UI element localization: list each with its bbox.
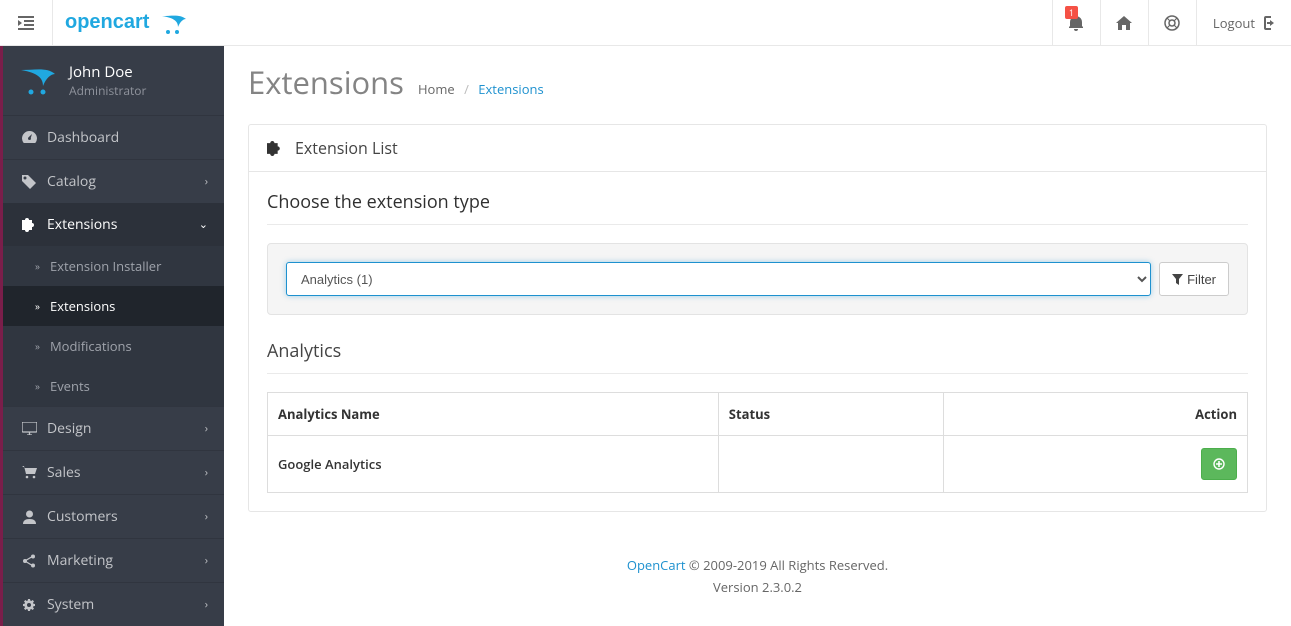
breadcrumb-extensions[interactable]: Extensions [478, 80, 543, 98]
brand-logo[interactable]: opencart [53, 0, 195, 45]
svg-text:opencart: opencart [65, 11, 150, 33]
sidebar-sublabel: Events [50, 377, 90, 395]
sidebar-label: Sales [47, 463, 81, 482]
double-chevron-icon: » [35, 299, 40, 313]
breadcrumb-separator: / [464, 80, 469, 98]
header-bar: opencart 1 Logout [0, 0, 1291, 46]
desktop-icon [19, 422, 39, 435]
puzzle-icon [267, 141, 283, 156]
help-button[interactable] [1148, 0, 1196, 45]
section-title: Analytics [267, 339, 1248, 374]
col-action: Action [944, 393, 1248, 436]
sidebar-label: System [47, 595, 94, 614]
sidebar-label: Catalog [47, 172, 96, 191]
profile-avatar [19, 66, 69, 96]
filter-button[interactable]: Filter [1159, 262, 1229, 296]
sidebar-item-sales[interactable]: Sales › [3, 450, 224, 494]
breadcrumb-home[interactable]: Home [418, 80, 455, 98]
extensions-table: Analytics Name Status Action Google Anal… [267, 392, 1248, 493]
menu-toggle-button[interactable] [0, 0, 53, 45]
sidebar-sublabel: Modifications [50, 337, 132, 355]
share-icon [19, 554, 39, 568]
chevron-right-icon: › [205, 509, 208, 524]
menu-indent-icon [18, 16, 34, 30]
sidebar-item-design[interactable]: Design › [3, 406, 224, 450]
filter-label: Filter [1187, 272, 1216, 287]
sidebar-label: Design [47, 419, 91, 438]
double-chevron-icon: » [35, 339, 40, 353]
plus-circle-icon [1213, 458, 1225, 470]
chevron-right-icon: › [205, 597, 208, 612]
sign-out-icon [1261, 16, 1275, 30]
sidebar-subitem-events[interactable]: » Events [3, 366, 224, 406]
breadcrumb: Home / Extensions [418, 80, 544, 98]
profile-role: Administrator [69, 82, 146, 99]
cart-icon [19, 466, 39, 479]
opencart-logo-icon: opencart [65, 10, 195, 36]
sidebar: John Doe Administrator Dashboard Catalog… [0, 46, 224, 626]
table-row: Google Analytics [268, 436, 1248, 493]
double-chevron-icon: » [35, 379, 40, 393]
cell-action [944, 436, 1248, 493]
sidebar-item-extensions[interactable]: Extensions ⌄ [3, 203, 224, 246]
tag-icon [19, 175, 39, 189]
cell-status [718, 436, 943, 493]
col-name: Analytics Name [268, 393, 719, 436]
chevron-right-icon: › [205, 465, 208, 480]
col-status: Status [718, 393, 943, 436]
sidebar-sublabel: Extension Installer [50, 257, 161, 275]
install-button[interactable] [1201, 448, 1237, 480]
chevron-right-icon: › [205, 174, 208, 189]
sidebar-subitem-installer[interactable]: » Extension Installer [3, 246, 224, 286]
opencart-mark-icon [19, 66, 61, 96]
page-title: Extensions [248, 62, 404, 104]
dashboard-icon [19, 131, 39, 145]
sidebar-sublabel: Extensions [50, 297, 115, 315]
user-icon [19, 510, 39, 524]
notifications-button[interactable]: 1 [1052, 0, 1100, 45]
sidebar-subitem-extensions[interactable]: » Extensions [3, 286, 224, 326]
logout-button[interactable]: Logout [1196, 0, 1291, 45]
profile-block: John Doe Administrator [3, 46, 224, 115]
page-header: Extensions Home / Extensions [224, 46, 1291, 114]
sidebar-item-system[interactable]: System › [3, 582, 224, 626]
footer-copyright: © 2009-2019 All Rights Reserved. [686, 556, 889, 574]
extension-panel: Extension List Choose the extension type… [248, 124, 1267, 512]
chevron-right-icon: › [205, 421, 208, 436]
cell-name: Google Analytics [268, 436, 719, 493]
extension-type-select[interactable]: Analytics (1) [286, 262, 1151, 296]
sidebar-label: Extensions [47, 215, 117, 234]
alert-badge: 1 [1065, 6, 1078, 19]
footer-link[interactable]: OpenCart [627, 556, 686, 574]
double-chevron-icon: » [35, 259, 40, 273]
footer: OpenCart © 2009-2019 All Rights Reserved… [224, 536, 1291, 626]
sidebar-item-customers[interactable]: Customers › [3, 494, 224, 538]
choose-label: Choose the extension type [267, 190, 1248, 225]
panel-heading-label: Extension List [295, 137, 398, 159]
sidebar-item-dashboard[interactable]: Dashboard [3, 115, 224, 159]
sidebar-item-marketing[interactable]: Marketing › [3, 538, 224, 582]
gear-icon [19, 598, 39, 612]
sidebar-label: Dashboard [47, 128, 119, 147]
filter-icon [1172, 274, 1183, 285]
panel-heading: Extension List [249, 125, 1266, 172]
logout-label: Logout [1213, 14, 1255, 32]
puzzle-icon [19, 218, 39, 232]
filter-well: Analytics (1) Filter [267, 243, 1248, 315]
sidebar-item-catalog[interactable]: Catalog › [3, 159, 224, 203]
home-button[interactable] [1100, 0, 1148, 45]
sidebar-subitem-modifications[interactable]: » Modifications [3, 326, 224, 366]
home-icon [1116, 16, 1132, 30]
sidebar-label: Customers [47, 507, 118, 526]
main-content: Extensions Home / Extensions Extension L… [224, 46, 1291, 626]
profile-name: John Doe [69, 62, 146, 82]
chevron-right-icon: › [205, 553, 208, 568]
chevron-down-icon: ⌄ [199, 217, 208, 232]
footer-version: Version 2.3.0.2 [224, 578, 1291, 596]
life-ring-icon [1164, 15, 1180, 31]
sidebar-label: Marketing [47, 551, 113, 570]
table-header-row: Analytics Name Status Action [268, 393, 1248, 436]
